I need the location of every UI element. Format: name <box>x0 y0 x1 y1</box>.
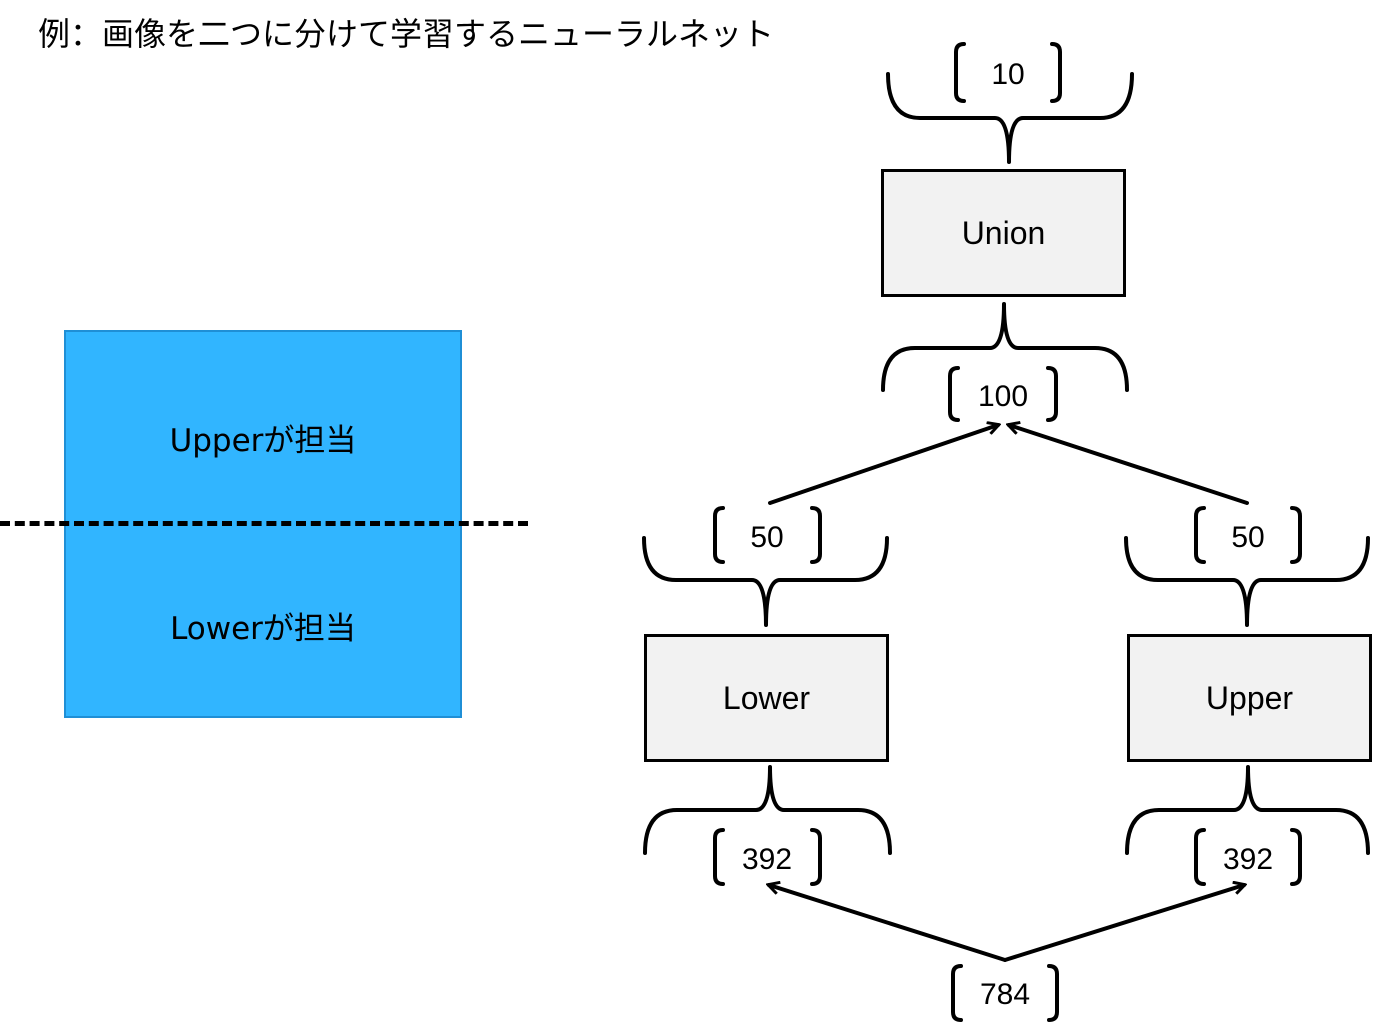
union-input-size-label: 100 <box>977 380 1029 413</box>
output-size-label: 10 <box>991 58 1025 91</box>
arrow-input-to-upper <box>1003 885 1244 962</box>
upper-input-size-label: 392 <box>1222 843 1274 876</box>
arrow-input-to-lower <box>769 885 1007 962</box>
lower-layer-box: Lower <box>644 634 889 762</box>
image-input-size-label: 784 <box>979 978 1031 1011</box>
arrow-upper-to-union <box>1009 425 1249 505</box>
union-layer-label: Union <box>961 214 1046 251</box>
brace-upper-input <box>1125 765 1370 855</box>
brace-union-input <box>881 302 1129 392</box>
lower-layer-label: Lower <box>722 679 811 716</box>
arrow-lower-to-union <box>768 425 998 505</box>
upper-layer-box: Upper <box>1127 634 1372 762</box>
network-diagram <box>642 42 1370 1022</box>
upper-layer-label: Upper <box>1205 679 1294 716</box>
brace-lower-input <box>643 765 892 855</box>
lower-output-size-label: 50 <box>750 521 784 554</box>
lower-input-size-label: 392 <box>741 843 793 876</box>
union-layer-box: Union <box>881 169 1126 297</box>
upper-output-size-label: 50 <box>1231 521 1265 554</box>
